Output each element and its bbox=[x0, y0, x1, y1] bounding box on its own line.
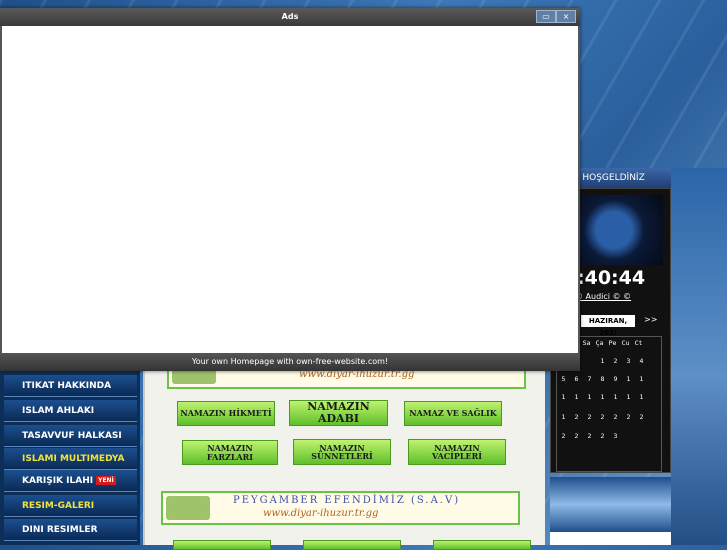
clock-time: :40:44 bbox=[577, 267, 646, 289]
day-cell[interactable]: 2 bbox=[609, 357, 622, 365]
weekday: Ct bbox=[634, 339, 643, 347]
banner-title: PEYGAMBER EFENDİMİZ (S.A.V) bbox=[233, 495, 461, 506]
weekday: Cu bbox=[621, 339, 630, 347]
day-cell[interactable] bbox=[635, 432, 648, 440]
ads-popup: Ads ▭ × Your own Homepage with own-free-… bbox=[0, 8, 580, 371]
calendar-week: 1222222 bbox=[557, 413, 661, 421]
day-cell[interactable]: 5 bbox=[557, 375, 570, 383]
ads-title: Ads bbox=[281, 12, 299, 21]
day-cell[interactable] bbox=[583, 357, 596, 365]
calendar-next-button[interactable]: >> bbox=[644, 315, 657, 324]
peygamber-banner[interactable]: PEYGAMBER EFENDİMİZ (S.A.V) www.diyar-ih… bbox=[161, 491, 520, 525]
banner-url: www.diyar-ihuzur.tr.gg bbox=[263, 508, 379, 519]
day-cell[interactable]: 1 bbox=[635, 375, 648, 383]
day-cell[interactable]: 2 bbox=[596, 413, 609, 421]
new-badge: YENİ bbox=[96, 476, 116, 485]
day-cell[interactable]: 2 bbox=[583, 413, 596, 421]
nav-item-tasavvuf[interactable]: TASAVVUF HALKASI bbox=[4, 425, 137, 447]
calendar-month[interactable]: HAZIRAN, 201: bbox=[581, 315, 635, 337]
nav-item-ahlak[interactable]: ISLAM AHLAKI bbox=[4, 400, 137, 422]
close-icon[interactable]: × bbox=[556, 10, 576, 23]
weekday: Ça bbox=[595, 339, 604, 347]
day-cell[interactable]: 1 bbox=[622, 393, 635, 401]
nav-item-resimler[interactable]: DINI RESIMLER bbox=[4, 519, 137, 541]
day-cell[interactable]: 2 bbox=[622, 413, 635, 421]
day-cell[interactable]: 3 bbox=[609, 432, 622, 440]
background-panel bbox=[671, 168, 727, 545]
day-cell[interactable]: 1 bbox=[570, 393, 583, 401]
day-cell[interactable]: 6 bbox=[570, 375, 583, 383]
day-cell[interactable]: 1 bbox=[609, 393, 622, 401]
calendar-week: 5678911 bbox=[557, 375, 661, 383]
ads-titlebar[interactable]: Ads bbox=[0, 8, 580, 26]
audio-credit[interactable]: © Audici © © bbox=[575, 292, 631, 301]
sidebar-nav: ITIKAT HAKKINDA ISLAM AHLAKI TASAVVUF HA… bbox=[0, 370, 140, 545]
weekday: Sa bbox=[582, 339, 591, 347]
ads-footer-link[interactable]: Your own Homepage with own-free-website.… bbox=[192, 357, 388, 366]
green-button-partial[interactable] bbox=[433, 540, 531, 550]
nav-item-ilahi[interactable]: KARIŞIK ILAHI YENİ bbox=[4, 470, 137, 492]
calendar-week: 1111111 bbox=[557, 393, 661, 401]
green-button-partial[interactable] bbox=[303, 540, 401, 550]
btn-namazin-farzlari[interactable]: NAMAZIN FARZLARI bbox=[182, 440, 278, 465]
day-cell[interactable]: 2 bbox=[557, 432, 570, 440]
calendar-weekdays: Sa Ça Pe Cu Ct bbox=[567, 339, 671, 347]
day-cell[interactable]: 2 bbox=[635, 413, 648, 421]
nav-item-multimedya[interactable]: ISLAMI MULTIMEDYA bbox=[4, 448, 137, 470]
btn-namazin-sunnetleri[interactable]: NAMAZIN SÜNNETLERİ bbox=[293, 439, 391, 465]
decorative-footer-panel bbox=[550, 477, 671, 532]
main-content: www.diyar-ihuzur.tr.gg NAMAZIN HİKMETİ N… bbox=[143, 355, 545, 550]
day-cell[interactable]: 1 bbox=[596, 357, 609, 365]
audio-link[interactable]: © Audici © © bbox=[575, 292, 631, 301]
nav-item-galeri[interactable]: RESIM-GALERI bbox=[4, 495, 137, 517]
btn-namazin-adabi[interactable]: NAMAZIN ADABI bbox=[289, 400, 388, 426]
btn-namazin-hikmeti[interactable]: NAMAZIN HİKMETİ bbox=[177, 401, 275, 426]
day-cell[interactable]: 1 bbox=[557, 393, 570, 401]
day-cell[interactable]: 2 bbox=[570, 432, 583, 440]
day-cell[interactable]: 1 bbox=[557, 413, 570, 421]
day-cell[interactable]: 3 bbox=[622, 357, 635, 365]
weekday: Pe bbox=[608, 339, 617, 347]
day-cell[interactable]: 2 bbox=[609, 413, 622, 421]
day-cell[interactable]: 8 bbox=[596, 375, 609, 383]
day-cell[interactable]: 2 bbox=[570, 413, 583, 421]
green-button-partial[interactable] bbox=[173, 540, 271, 550]
ads-footer: Your own Homepage with own-free-website.… bbox=[0, 353, 580, 371]
nav-item-label: KARIŞIK ILAHI bbox=[22, 476, 94, 486]
btn-namazin-vacipleri[interactable]: NAMAZIN VACİPLERİ bbox=[408, 439, 506, 465]
day-cell[interactable]: 1 bbox=[635, 393, 648, 401]
day-cell[interactable]: 1 bbox=[596, 393, 609, 401]
day-cell[interactable]: 1 bbox=[583, 393, 596, 401]
minimize-icon[interactable]: ▭ bbox=[536, 10, 556, 23]
day-cell[interactable]: 2 bbox=[596, 432, 609, 440]
day-cell[interactable]: 2 bbox=[583, 432, 596, 440]
welcome-header: İZE HOŞGELDİNİZ bbox=[565, 168, 671, 188]
day-cell[interactable]: 9 bbox=[609, 375, 622, 383]
white-strip bbox=[550, 532, 671, 545]
btn-namaz-ve-saglik[interactable]: NAMAZ VE SAĞLIK bbox=[404, 401, 502, 426]
day-cell[interactable]: 7 bbox=[583, 375, 596, 383]
day-cell[interactable]: 4 bbox=[635, 357, 648, 365]
calendar-week: 22223 bbox=[557, 432, 661, 440]
banner-logo bbox=[166, 496, 210, 520]
nav-item-itikat[interactable]: ITIKAT HAKKINDA bbox=[4, 375, 137, 397]
ads-content-area[interactable] bbox=[0, 26, 580, 355]
day-cell[interactable] bbox=[622, 432, 635, 440]
day-cell[interactable]: 1 bbox=[622, 375, 635, 383]
